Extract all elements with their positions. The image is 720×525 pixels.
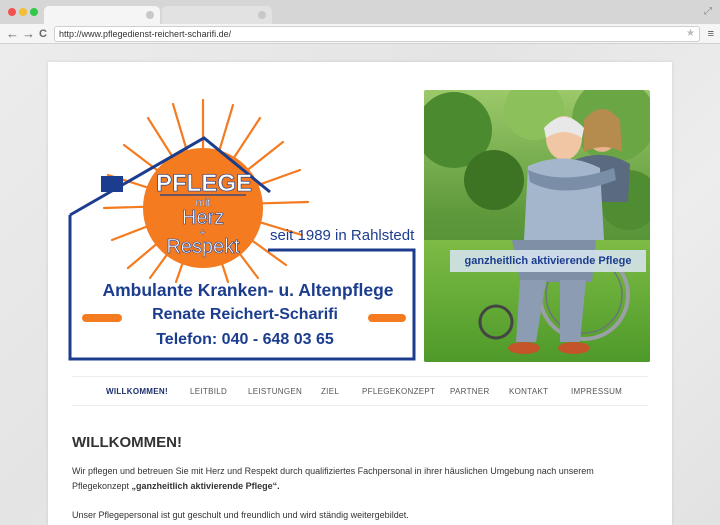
nav-item-kontakt[interactable]: KONTAKT (509, 377, 548, 407)
reload-icon[interactable]: C (39, 26, 47, 42)
bookmark-star-icon[interactable]: ★ (686, 27, 695, 41)
main-nav: WILLKOMMEN! LEITBILD LEISTUNGEN ZIEL PFL… (72, 376, 648, 406)
header-photo: ganzheitlich aktivierende Pflege (424, 90, 650, 362)
fullscreen-icon[interactable]: ⤢ (704, 6, 712, 17)
nav-item-impressum[interactable]: IMPRESSUM (571, 377, 622, 407)
logo-since-text: seit 1989 in Rahlstedt (270, 227, 415, 244)
orange-bar-left (82, 314, 122, 322)
browser-tab[interactable] (162, 6, 272, 24)
nav-item-pflegekonzept[interactable]: PFLEGEKONZEPT (362, 377, 435, 407)
staff-paragraph: Unser Pflegepersonal ist gut geschult un… (72, 510, 409, 520)
nav-item-willkommen[interactable]: WILLKOMMEN! (106, 377, 168, 407)
browser-tab-active[interactable] (44, 6, 160, 24)
browser-titlebar: ⤢ (0, 0, 720, 24)
tab-close-icon[interactable] (146, 11, 154, 19)
page-card: PFLEGE mit Herz + Respekt seit 1989 in R… (48, 62, 672, 525)
close-window-button[interactable] (8, 8, 16, 16)
nav-item-ziel[interactable]: ZIEL (321, 377, 339, 407)
logo-respekt-text: Respekt (166, 236, 240, 259)
forward-arrow-icon[interactable]: → (22, 26, 35, 42)
logo-phone-text: Telefon: 040 - 648 03 65 (156, 331, 334, 348)
back-arrow-icon[interactable]: ← (6, 26, 19, 42)
tab-close-icon[interactable] (258, 11, 266, 19)
chimney (101, 176, 123, 192)
photo-caption: ganzheitlich aktivierende Pflege (450, 250, 646, 272)
intro-bold-text: „ganzheitlich aktivierende Pflege“. (131, 481, 280, 491)
browser-menu-icon[interactable]: ≡ (708, 27, 714, 41)
page-title: WILLKOMMEN! (72, 434, 182, 451)
nav-item-partner[interactable]: PARTNER (450, 377, 490, 407)
url-text: http://www.pflegedienst-reichert-scharif… (59, 29, 232, 39)
intro-paragraph: Wir pflegen und betreuen Sie mit Herz un… (72, 464, 632, 494)
company-logo[interactable]: PFLEGE mit Herz + Respekt seit 1989 in R… (68, 90, 428, 365)
maximize-window-button[interactable] (30, 8, 38, 16)
logo-service-text: Ambulante Kranken- u. Altenpflege (102, 280, 394, 300)
minimize-window-button[interactable] (19, 8, 27, 16)
nav-item-leitbild[interactable]: LEITBILD (190, 377, 227, 407)
address-bar[interactable]: http://www.pflegedienst-reichert-scharif… (54, 26, 700, 42)
photo-illustration (424, 90, 650, 362)
browser-toolbar: ← → C http://www.pflegedienst-reichert-s… (0, 24, 720, 44)
logo-owner-text: Renate Reichert-Scharifi (152, 306, 338, 323)
logo-pflege-text: PFLEGE (156, 170, 253, 198)
orange-bar-right (368, 314, 406, 322)
nav-item-leistungen[interactable]: LEISTUNGEN (248, 377, 302, 407)
